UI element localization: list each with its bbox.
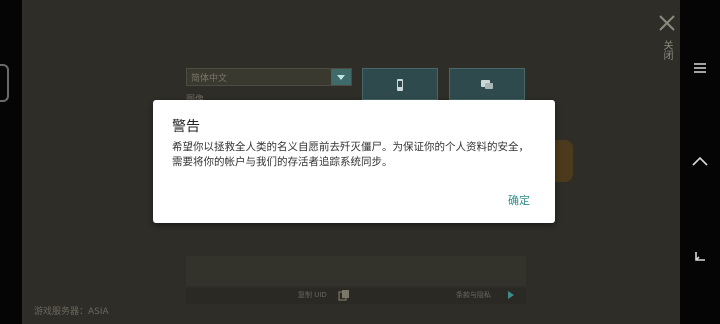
chat-tile[interactable] xyxy=(449,68,525,100)
menu-icon[interactable] xyxy=(688,56,712,80)
copy-uid-label[interactable]: 复制 UID xyxy=(298,290,327,300)
back-icon[interactable] xyxy=(688,244,712,268)
edge-panel-handle[interactable] xyxy=(0,64,9,102)
character-avatar xyxy=(555,140,573,182)
language-value: 简体中文 xyxy=(191,74,228,84)
phone-icon xyxy=(397,79,403,91)
phone-tile[interactable] xyxy=(362,68,438,100)
warning-dialog: 警告 希望你以拯救全人类的名义自愿前去歼灭僵尸。为保证你的个人资料的安全，需要将… xyxy=(153,100,555,223)
close-icon[interactable] xyxy=(654,10,680,36)
home-icon[interactable] xyxy=(688,150,712,174)
dialog-title: 警告 xyxy=(172,119,200,135)
copy-icon[interactable] xyxy=(338,289,350,301)
left-edge-bar xyxy=(0,0,22,324)
terms-privacy-link[interactable]: 条款与隐私 xyxy=(456,290,491,300)
chat-icon xyxy=(481,80,493,89)
chevron-down-icon[interactable] xyxy=(331,69,351,85)
confirm-button[interactable]: 确定 xyxy=(497,191,541,211)
language-select[interactable]: 简体中文 xyxy=(186,68,352,86)
dialog-message: 希望你以拯救全人类的名义自愿前去歼灭僵尸。为保证你的个人资料的安全，需要将你的帐… xyxy=(172,141,529,168)
play-arrow-icon[interactable] xyxy=(508,291,514,299)
bottom-panel xyxy=(186,256,526,286)
close-label: 关闭 xyxy=(661,40,672,60)
server-label: 游戏服务器：ASIA xyxy=(34,307,109,317)
